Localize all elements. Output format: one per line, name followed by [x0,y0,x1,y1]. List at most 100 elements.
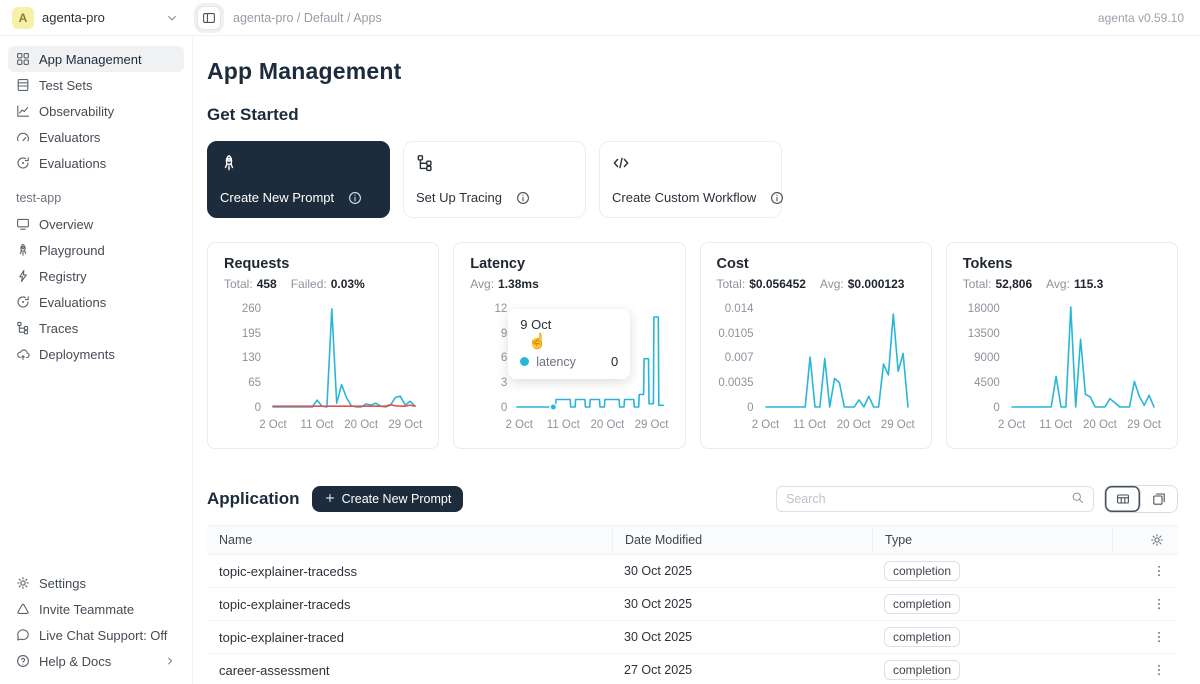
app-type-badge: completion [884,594,960,614]
sidebar-toggle-icon [202,11,216,25]
search-input[interactable] [786,492,1065,506]
y-axis-labels: 260195130650 [224,304,270,414]
cloud-icon [16,347,30,361]
app-date-modified: 30 Oct 2025 [612,564,872,578]
sidebar-item-label: Playground [39,243,105,258]
sidebar-item-evaluations[interactable]: Evaluations [8,289,184,315]
column-header-date-modified: Date Modified [612,526,872,554]
application-header: Application Create New Prompt [207,485,1178,513]
sidebar-item-observability[interactable]: Observability [8,98,184,124]
search-icon [1071,491,1084,504]
info-icon [770,191,784,205]
app-date-modified: 27 Oct 2025 [612,663,872,677]
info-icon [348,191,362,205]
cost-chart-card: CostTotal:$0.056452Avg:$0.0001230.0140.0… [700,242,932,449]
app-version: agenta v0.59.10 [1098,11,1200,25]
sidebar-item-playground[interactable]: Playground [8,237,184,263]
chart-stats: Total:458Failed:0.03% [224,277,422,291]
metrics-charts-row: Requests Total:458Failed:0.03% 26019513065… [207,242,1178,449]
rocket-icon [16,243,30,257]
app-date-modified: 30 Oct 2025 [612,630,872,644]
chart-plot [270,304,418,414]
chart-title: Latency [470,256,668,272]
get-started-card-create-custom-workflow[interactable]: Create Custom Workflow [599,141,782,218]
y-axis-labels: 0.0140.01050.0070.00350 [717,304,763,414]
row-menu-button[interactable] [1112,663,1178,677]
lightning-icon [16,269,30,283]
table-list-icon [16,78,30,92]
search-icon [1071,491,1084,507]
app-name: topic-explainer-traced [207,630,612,645]
view-toggle [1104,485,1178,513]
sidebar-item-invite-teammate[interactable]: Invite Teammate [8,596,184,622]
row-menu-button[interactable] [1112,630,1178,644]
table-row-career-assessment[interactable]: career-assessment27 Oct 2025 completion [207,654,1178,684]
chart-stats: Avg:1.38ms [470,277,668,291]
grid-icon [16,52,30,66]
sidebar-item-traces[interactable]: Traces [8,315,184,341]
sidebar-item-overview[interactable]: Overview [8,211,184,237]
app-name: career-assessment [207,663,612,678]
card-view-icon [1152,492,1166,506]
get-started-card-create-new-prompt[interactable]: Create New Prompt [207,141,390,218]
chart-title: Requests [224,256,422,272]
sidebar-toggle-button[interactable] [197,6,221,30]
breadcrumb[interactable]: agenta-pro / Default / Apps [233,11,382,25]
chart-stats: Total:$0.056452Avg:$0.000123 [717,277,915,291]
application-title: Application [207,489,300,509]
refresh-icon [16,156,30,170]
tooltip-series-name: latency [536,355,576,369]
tree-icon [16,321,30,335]
chart-plot [1009,304,1157,414]
row-menu-button[interactable] [1112,564,1178,578]
sidebar-item-label: Live Chat Support: Off [39,628,167,643]
help-icon [16,654,30,668]
sidebar-item-test-sets[interactable]: Test Sets [8,72,184,98]
sidebar-item-label: Test Sets [39,78,92,93]
kebab-icon [1152,597,1166,611]
create-new-prompt-button[interactable]: Create New Prompt [312,486,464,512]
app-name: topic-explainer-traceds [207,597,612,612]
chat-icon [16,628,30,642]
sidebar-item-settings[interactable]: Settings [8,570,184,596]
sidebar-item-label: Help & Docs [39,654,111,669]
sidebar-item-label: App Management [39,52,142,67]
table-view-button[interactable] [1105,486,1141,512]
row-menu-button[interactable] [1112,597,1178,611]
code-icon [612,154,630,172]
sidebar-item-app-management[interactable]: App Management [8,46,184,72]
sidebar-item-live-chat-support-off[interactable]: Live Chat Support: Off [8,622,184,648]
app-type-badge: completion [884,660,960,680]
gauge-icon [16,130,30,144]
workspace-selector[interactable]: A agenta-pro [0,7,193,29]
active-point [550,404,556,410]
sidebar-item-label: Evaluations [39,295,106,310]
table-header: NameDate ModifiedType [207,525,1178,555]
sidebar-item-deployments[interactable]: Deployments [8,341,184,367]
kebab-icon [1152,630,1166,644]
column-settings-button[interactable] [1112,526,1178,554]
x-axis-labels: 2 Oct11 Oct20 Oct29 Oct [516,419,664,433]
applications-table: NameDate ModifiedType topic-explainer-tr… [207,525,1178,684]
gear-icon [16,576,30,590]
rocket-icon [220,154,238,172]
workspace-name: agenta-pro [42,10,105,25]
get-started-card-set-up-tracing[interactable]: Set Up Tracing [403,141,586,218]
tokens-line [1012,307,1154,407]
triangle-icon [16,602,30,616]
sidebar-item-registry[interactable]: Registry [8,263,184,289]
sidebar-item-evaluators[interactable]: Evaluators [8,124,184,150]
tooltip-value: 0 [611,354,618,369]
table-row-topic-explainer-traceds[interactable]: topic-explainer-traceds30 Oct 2025comple… [207,588,1178,621]
chevron-down-icon[interactable] [165,11,179,25]
sidebar-item-evaluations[interactable]: Evaluations [8,150,184,176]
sidebar-section-label: test-app [16,191,184,205]
table-view-icon [1116,492,1130,506]
table-row-topic-explainer-traced[interactable]: topic-explainer-traced30 Oct 2025complet… [207,621,1178,654]
column-header-type: Type [872,526,1112,554]
sidebar: App ManagementTest SetsObservabilityEval… [0,36,193,684]
table-row-topic-explainer-tracedss[interactable]: topic-explainer-tracedss30 Oct 2025compl… [207,555,1178,588]
card-view-button[interactable] [1141,486,1177,512]
workspace-avatar: A [12,7,34,29]
sidebar-item-help-docs[interactable]: Help & Docs [8,648,184,674]
